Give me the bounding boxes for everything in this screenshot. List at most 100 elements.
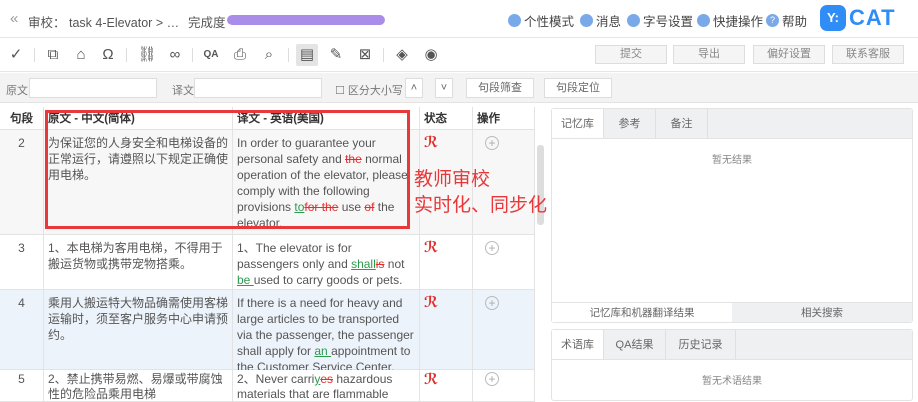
nav-shortcuts[interactable]: 快捷操作 — [697, 11, 763, 30]
link-icon[interactable]: ∞ — [164, 44, 186, 66]
source-filter-input[interactable] — [29, 78, 157, 98]
nav-messages[interactable]: 消息 — [580, 11, 621, 30]
search-bar: 原文 译文 ☐ 区分大小写 ˄ ˅ 句段筛查 句段定位 — [0, 73, 918, 103]
segment-locate-button[interactable]: 句段定位 — [544, 78, 612, 98]
divider — [288, 48, 289, 62]
breadcrumb: 审校： task 4-Elevator > … — [28, 16, 180, 30]
progress-label: 完成度 — [188, 16, 226, 30]
tab-notes[interactable]: 备注 — [656, 109, 708, 138]
source-filter-label: 原文 — [6, 85, 28, 97]
actions-cell: + — [473, 235, 535, 289]
target-text[interactable]: 2、Never carriyes hazardous materials tha… — [233, 370, 420, 401]
toolbar: ✓ ⧉ ⌂ Ω ⛓ ∞ QA ⎙ ⌕ ▤ ✎ ⊠ ◈ ◉ 提交 导出 偏好设置 … — [0, 38, 918, 72]
ycat-logo: Y: CAT — [820, 5, 896, 31]
status-cell: ℛ — [420, 370, 473, 401]
text-run: 1、The elevator is for passengers only an… — [237, 241, 352, 271]
copy-source-icon[interactable]: ⧉ — [42, 44, 64, 66]
target-filter-label: 译文 — [172, 85, 194, 97]
font-icon — [627, 14, 640, 27]
add-icon[interactable]: + — [485, 296, 499, 310]
bell-icon — [580, 14, 593, 27]
preferences-button[interactable]: 偏好设置 — [753, 45, 825, 64]
divider — [34, 48, 35, 62]
source-text: 1、本电梯为客用电梯，不得用于搬运货物或携带宠物搭乘。 — [44, 235, 233, 289]
status-cell: ℛ — [420, 290, 473, 369]
confirm-icon[interactable]: ✓ — [5, 44, 27, 66]
actions-cell: + — [473, 290, 535, 369]
top-bar: « 审校： task 4-Elevator > … 完成度 个性模式 消息 字号… — [0, 0, 918, 38]
table-row[interactable]: 3 1、本电梯为客用电梯，不得用于搬运货物或携带宠物搭乘。 1、The elevat… — [0, 235, 535, 290]
nav-font-size[interactable]: 字号设置 — [627, 11, 693, 30]
divider — [383, 48, 384, 62]
tab-related-search[interactable]: 相关搜索 — [732, 303, 912, 322]
deleted-text: es — [320, 372, 334, 386]
edit-mode-icon[interactable]: ▤ — [296, 44, 318, 66]
unlink-icon[interactable]: ⛓ — [136, 44, 158, 66]
progress-bar — [227, 15, 385, 25]
tab-qa-results[interactable]: QA结果 — [604, 330, 666, 359]
match-case-label: 区分大小写 — [347, 85, 403, 97]
inserted-text: be — [237, 273, 254, 287]
export-button[interactable]: 导出 — [673, 45, 745, 64]
add-icon[interactable]: + — [485, 136, 499, 150]
nav-label: 帮助 — [782, 15, 808, 29]
reviewed-rejected-icon: ℛ — [424, 239, 439, 256]
add-icon[interactable]: + — [485, 241, 499, 255]
empty-results: 暂无结果 — [712, 155, 752, 166]
tab-termbase[interactable]: 术语库 — [552, 330, 604, 359]
tab-tm-mt-results[interactable]: 记忆库和机器翻译结果 — [552, 303, 732, 322]
inserted-text: shall — [351, 257, 376, 271]
col-status: 状态 — [420, 107, 473, 129]
progress-fill — [227, 15, 385, 25]
nav-label: 字号设置 — [643, 15, 694, 29]
segment-number: 3 — [0, 235, 44, 289]
tab-reference[interactable]: 参考 — [604, 109, 656, 138]
qa-button[interactable]: QA — [200, 44, 222, 66]
help-icon: ? — [766, 14, 779, 27]
track-changes-icon[interactable]: ✎ — [325, 44, 347, 66]
col-segment: 句段 — [0, 107, 44, 129]
nav-help[interactable]: ? 帮助 — [766, 11, 807, 30]
target-filter-input[interactable] — [194, 78, 322, 98]
next-button[interactable]: ˅ — [435, 78, 453, 98]
prev-button[interactable]: ˄ — [405, 78, 423, 98]
reject-changes-icon[interactable]: ⊠ — [354, 44, 376, 66]
match-case-checkbox[interactable]: ☐ 区分大小写 — [335, 82, 403, 98]
nav-label: 个性模式 — [524, 15, 575, 29]
nav-label: 消息 — [596, 15, 622, 29]
add-icon[interactable]: + — [485, 372, 499, 386]
annotation-line-2: 实时化、同步化 — [414, 194, 548, 216]
segment-number: 4 — [0, 290, 44, 369]
highlight-box — [45, 110, 410, 229]
target-text[interactable]: 1、The elevator is for passengers only an… — [233, 235, 420, 289]
divider — [192, 48, 193, 62]
tab-memory[interactable]: 记忆库 — [552, 109, 604, 138]
tm-panel: 记忆库 参考 备注 暂无结果 记忆库和机器翻译结果 相关搜索 — [551, 108, 913, 323]
tab-history[interactable]: 历史记录 — [666, 330, 736, 359]
source-text: 2、禁止携带易燃、易爆或带腐蚀性的危险品乘用电梯 — [44, 370, 233, 401]
search-icon[interactable]: ⌕ — [258, 44, 280, 66]
eye-icon[interactable]: ◉ — [420, 44, 442, 66]
nav-personal-mode[interactable]: 个性模式 — [508, 11, 574, 30]
divider — [126, 48, 127, 62]
special-char-icon[interactable]: Ω — [97, 44, 119, 66]
brush-icon[interactable]: ◈ — [391, 44, 413, 66]
table-row[interactable]: 4 乘用人搬运特大物品确需使用客梯运输时，须至客户服务中心申请预约。 If ther… — [0, 290, 535, 374]
back-icon[interactable]: « — [10, 10, 18, 27]
nav-label: 快捷操作 — [713, 15, 764, 29]
text-run: 2、Never carri — [237, 372, 315, 386]
status-cell: ℛ — [420, 235, 473, 289]
contact-support-button[interactable]: 联系客服 — [832, 45, 904, 64]
reviewed-rejected-icon: ℛ — [424, 134, 439, 151]
submit-button[interactable]: 提交 — [595, 45, 667, 64]
segment-number: 2 — [0, 130, 44, 234]
print-icon[interactable]: ⎙ — [229, 44, 251, 66]
logo-text: CAT — [849, 5, 896, 30]
reviewed-rejected-icon: ℛ — [424, 294, 439, 311]
source-text: 乘用人搬运特大物品确需使用客梯运输时，须至客户服务中心申请预约。 — [44, 290, 233, 369]
target-text[interactable]: If there is a need for heavy and large a… — [233, 290, 420, 374]
clear-icon[interactable]: ⌂ — [70, 44, 92, 66]
empty-term-results: 暂无术语结果 — [702, 376, 762, 387]
table-row[interactable]: 5 2、禁止携带易燃、易爆或带腐蚀性的危险品乘用电梯 2、Never carriye… — [0, 370, 535, 402]
segment-filter-button[interactable]: 句段筛查 — [466, 78, 534, 98]
